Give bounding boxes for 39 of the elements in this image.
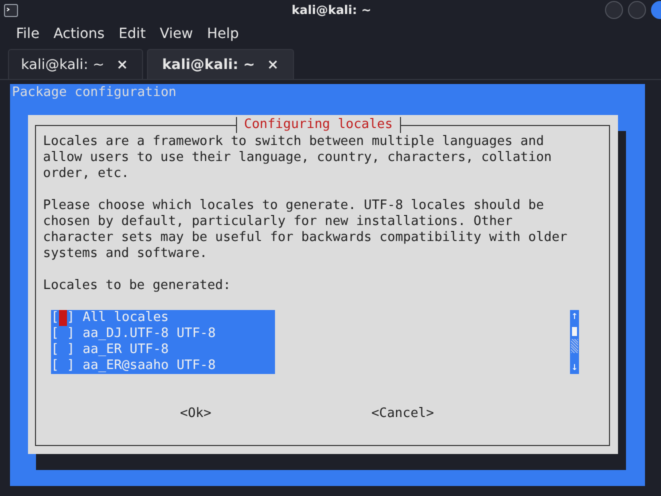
list-item[interactable]: aa_ER@saaho UTF-8 <box>82 358 216 374</box>
text-line: order, etc. <box>43 166 130 182</box>
checkbox[interactable]: [ ] <box>51 342 75 358</box>
scroll-down-icon[interactable]: ↓ <box>571 360 578 374</box>
text-line: character sets may be useful for backwards compatibility with older <box>43 230 568 246</box>
close-icon[interactable]: × <box>267 56 279 72</box>
checkbox[interactable]: [ ] <box>51 358 75 374</box>
tab-label: kali@kali: ~ <box>21 56 104 72</box>
list-item[interactable]: aa_ER UTF-8 <box>82 342 169 358</box>
checkbox[interactable]: [ ] <box>51 326 75 342</box>
tab-label: kali@kali: ~ <box>162 56 255 72</box>
text-line: Please choose which locales to generate. UTF-8 locales should be <box>43 198 545 214</box>
dialog-title: Configuring locales <box>236 117 401 133</box>
text-line: chosen by default, particularly for new installations. Other <box>43 214 514 230</box>
dialog-button[interactable]: <Cancel> <box>371 406 434 422</box>
tab[interactable]: kali@kali: ~ × <box>147 49 294 79</box>
menu-item[interactable]: View <box>160 26 193 42</box>
text-line: systems and software. <box>43 246 208 262</box>
list-item[interactable]: All locales <box>82 310 169 326</box>
terminal-header: Package configuration <box>11 85 178 101</box>
terminal-icon <box>4 4 18 16</box>
prompt-text: Locales to be generated: <box>43 278 232 294</box>
maximize-button[interactable] <box>628 1 646 19</box>
dialog-button[interactable]: <Ok> <box>180 406 212 422</box>
menu-item[interactable]: File <box>16 26 40 42</box>
text-line: allow users to use their language, country, characters, collation <box>43 150 553 166</box>
text-line: Locales are a framework to switch between multiple languages and <box>43 134 545 150</box>
scrollbar[interactable]: ↑ ↓ <box>570 310 579 374</box>
menu-item[interactable]: Actions <box>53 26 105 42</box>
close-icon[interactable]: × <box>116 56 128 72</box>
scroll-thumb[interactable] <box>572 327 577 336</box>
menu-item[interactable]: Edit <box>118 26 146 42</box>
window-title: kali@kali: ~ <box>290 3 372 17</box>
tab[interactable]: kali@kali: ~ × <box>8 49 144 79</box>
list-item[interactable]: aa_DJ.UTF-8 UTF-8 <box>82 326 216 342</box>
checkbox[interactable]: [ ] <box>51 310 75 326</box>
minimize-button[interactable] <box>605 1 623 19</box>
scroll-up-icon[interactable]: ↑ <box>571 310 578 324</box>
menu-item[interactable]: Help <box>206 26 239 42</box>
